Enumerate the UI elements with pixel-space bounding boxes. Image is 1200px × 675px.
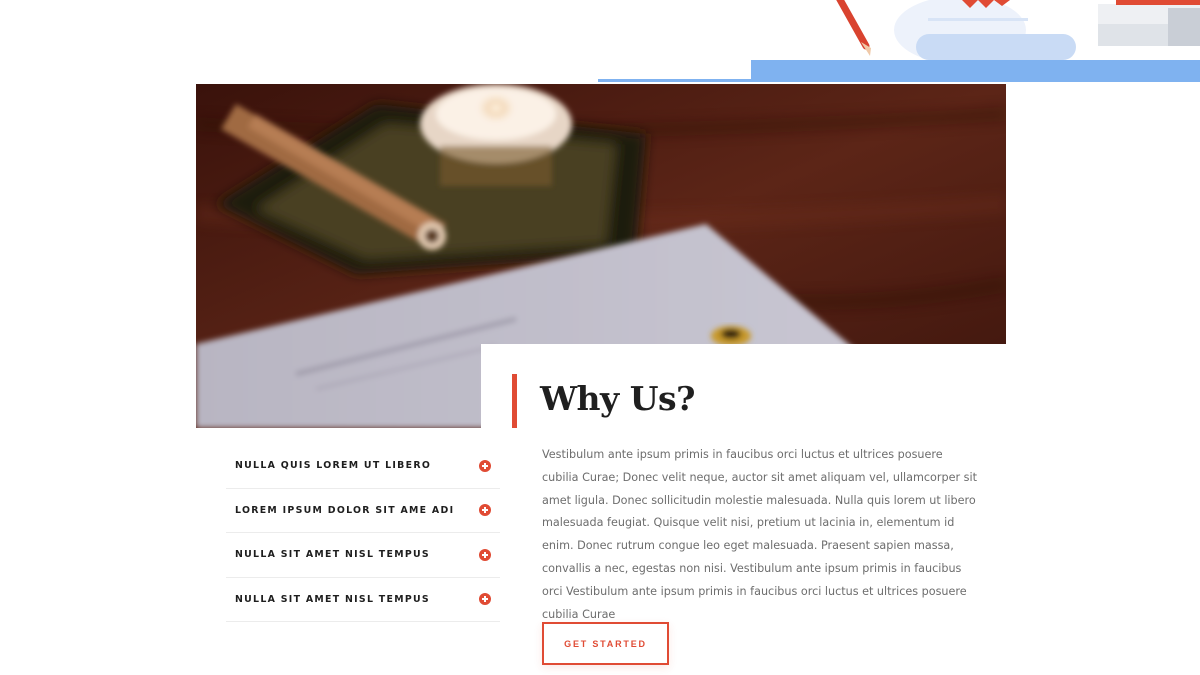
accordion-item-label: LOREM IPSUM DOLOR SIT AME ADI — [235, 504, 455, 516]
get-started-button[interactable]: GET STARTED — [542, 622, 669, 665]
header-illustration — [598, 0, 1200, 84]
accordion-item-label: NULLA QUIS LOREM UT LIBERO — [235, 460, 432, 472]
books-icon — [1098, 0, 1200, 46]
accordion-item-label: NULLA SIT AMET NISL TEMPUS — [235, 549, 430, 561]
section-body-text: Vestibulum ante ipsum primis in faucibus… — [542, 448, 977, 621]
accordion-item[interactable]: NULLA QUIS LOREM UT LIBERO — [226, 444, 500, 489]
plus-circle-icon[interactable] — [479, 504, 491, 517]
accordion-item[interactable]: NULLA SIT AMET NISL TEMPUS — [226, 578, 500, 622]
plus-circle-icon[interactable] — [479, 459, 491, 472]
plus-circle-icon[interactable] — [479, 548, 491, 561]
pen-icon — [836, 0, 871, 56]
section-title: Why Us? — [540, 379, 695, 418]
accordion-item[interactable]: LOREM IPSUM DOLOR SIT AME ADI — [226, 489, 500, 533]
heading-accent-bar — [512, 374, 517, 428]
shelf-bar — [751, 60, 1200, 81]
scroll-icon — [894, 0, 1076, 64]
accordion-item-label: NULLA SIT AMET NISL TEMPUS — [235, 593, 430, 605]
accordion: NULLA QUIS LOREM UT LIBERO LOREM IPSUM D… — [226, 444, 500, 622]
plus-circle-icon[interactable] — [479, 593, 491, 606]
accordion-item[interactable]: NULLA SIT AMET NISL TEMPUS — [226, 533, 500, 578]
